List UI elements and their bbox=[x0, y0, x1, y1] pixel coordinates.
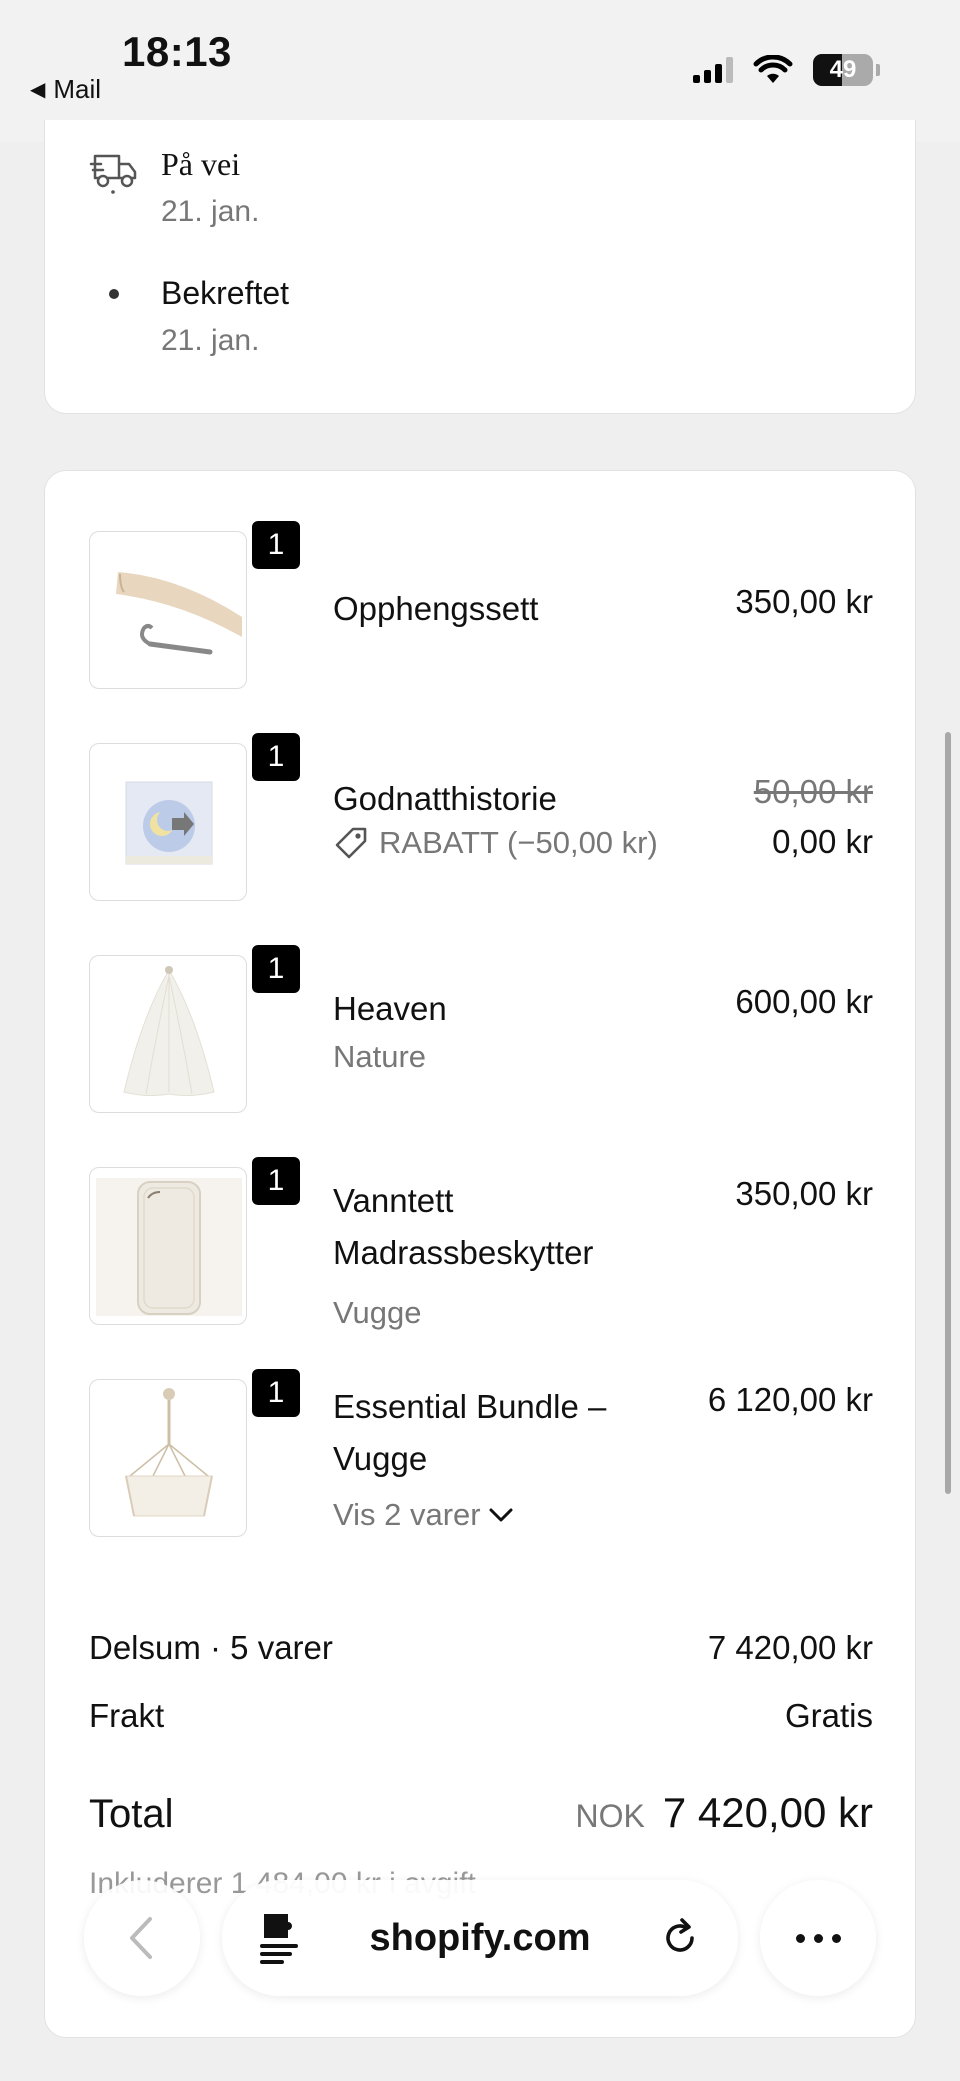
wifi-icon bbox=[753, 55, 793, 83]
currency-code: NOK bbox=[575, 1798, 645, 1834]
quantity-badge: 1 bbox=[252, 521, 300, 569]
item-price: 600,00 kr bbox=[735, 983, 873, 1020]
reload-icon[interactable] bbox=[658, 1916, 702, 1960]
timeline-title: På vei bbox=[161, 146, 241, 182]
item-price: 6 120,00 kr bbox=[707, 1381, 873, 1418]
shipping-row: Frakt Gratis bbox=[89, 1697, 873, 1735]
quantity-badge: 1 bbox=[252, 733, 300, 781]
timeline-date: 21. jan. bbox=[161, 324, 260, 357]
back-triangle-icon: ◀ bbox=[30, 79, 46, 101]
shipping-label: Frakt bbox=[89, 1697, 165, 1734]
discount-line: RABATT (−50,00 kr) bbox=[333, 825, 658, 861]
back-to-mail-link[interactable]: ◀ Mail bbox=[30, 74, 101, 105]
extension-reader-icon bbox=[260, 1914, 298, 1964]
scrollbar[interactable] bbox=[945, 732, 951, 1494]
item-variant: Vugge bbox=[333, 1295, 422, 1330]
battery-icon: 49 bbox=[813, 54, 873, 86]
item-price: 0,00 kr bbox=[772, 823, 873, 860]
total-amount: 7 420,00 kr bbox=[662, 1789, 873, 1836]
expand-bundle-toggle[interactable]: Vis 2 varer bbox=[333, 1497, 515, 1533]
total-label: Total bbox=[89, 1792, 174, 1836]
tag-icon bbox=[335, 827, 367, 859]
item-name: Vanntett Madrassbeskytter bbox=[333, 1182, 594, 1271]
product-image-bedtime-story bbox=[89, 743, 247, 901]
expand-label: Vis 2 varer bbox=[333, 1497, 481, 1532]
truck-icon bbox=[89, 154, 137, 194]
chevron-left-icon bbox=[130, 1917, 152, 1959]
product-image-essential-bundle bbox=[89, 1379, 247, 1537]
timeline-title: Bekreftet bbox=[161, 275, 290, 311]
more-dot bbox=[813, 1933, 823, 1943]
more-dot bbox=[795, 1933, 805, 1943]
dot-icon bbox=[109, 289, 119, 299]
product-image-heaven-canopy bbox=[89, 955, 247, 1113]
item-name: Opphengssett bbox=[333, 590, 539, 627]
list-item[interactable]: 1 Opphengssett 350,00 kr bbox=[89, 521, 873, 691]
timeline-item-on-the-way: På vei 21. jan. bbox=[161, 146, 259, 229]
browser-back-button[interactable] bbox=[84, 1880, 200, 1996]
product-image-hanging-kit bbox=[89, 531, 247, 689]
item-price: 350,00 kr bbox=[735, 583, 873, 620]
shipping-status-card: På vei 21. jan. Bekreftet 21. jan. bbox=[44, 120, 916, 414]
subtotal-row: Delsum · 5 varer 7 420,00 kr bbox=[89, 1629, 873, 1667]
shipping-value: Gratis bbox=[784, 1697, 873, 1734]
item-name: Heaven bbox=[333, 990, 447, 1027]
url-domain: shopify.com bbox=[369, 1916, 591, 1959]
original-price: 50,00 kr bbox=[753, 773, 873, 810]
discount-label: RABATT (−50,00 kr) bbox=[379, 825, 658, 860]
chevron-down-icon bbox=[489, 1508, 513, 1522]
cellular-signal-icon bbox=[693, 57, 733, 83]
status-icons: 49 bbox=[693, 54, 880, 86]
quantity-badge: 1 bbox=[252, 1369, 300, 1417]
list-item[interactable]: 1 Vanntett Madrassbeskytter Vugge 350,00… bbox=[89, 1157, 873, 1347]
list-item[interactable]: 1 Essential Bundle – Vugge Vis 2 varer 6… bbox=[89, 1369, 873, 1559]
quantity-badge: 1 bbox=[252, 945, 300, 993]
quantity-badge: 1 bbox=[252, 1157, 300, 1205]
total-row: Total NOK 7 420,00 kr bbox=[89, 1789, 873, 1837]
item-variant: Nature bbox=[333, 1039, 427, 1074]
timeline-date: 21. jan. bbox=[161, 195, 260, 228]
clock: 18:13 bbox=[122, 28, 232, 75]
subtotal-value: 7 420,00 kr bbox=[707, 1629, 873, 1666]
item-name: Godnatthistorie bbox=[333, 780, 557, 817]
back-label: Mail bbox=[53, 74, 102, 104]
item-price: 350,00 kr bbox=[735, 1175, 873, 1212]
browser-toolbar: shopify.com bbox=[0, 1880, 960, 2000]
list-item[interactable]: 1 Godnatthistorie RABATT (−50,00 kr) 50,… bbox=[89, 733, 873, 903]
more-options-button[interactable] bbox=[760, 1880, 876, 1996]
timeline-item-confirmed: Bekreftet 21. jan. bbox=[161, 275, 289, 358]
address-bar[interactable]: shopify.com bbox=[222, 1880, 738, 1996]
list-item[interactable]: 1 Heaven Nature 600,00 kr bbox=[89, 945, 873, 1115]
order-summary-card: 1 Opphengssett 350,00 kr 1 Godnatthistor… bbox=[44, 470, 916, 2038]
item-name: Essential Bundle – Vugge bbox=[333, 1388, 607, 1477]
more-dot bbox=[831, 1933, 841, 1943]
product-image-mattress-protector bbox=[89, 1167, 247, 1325]
subtotal-label: Delsum · 5 varer bbox=[89, 1629, 333, 1666]
